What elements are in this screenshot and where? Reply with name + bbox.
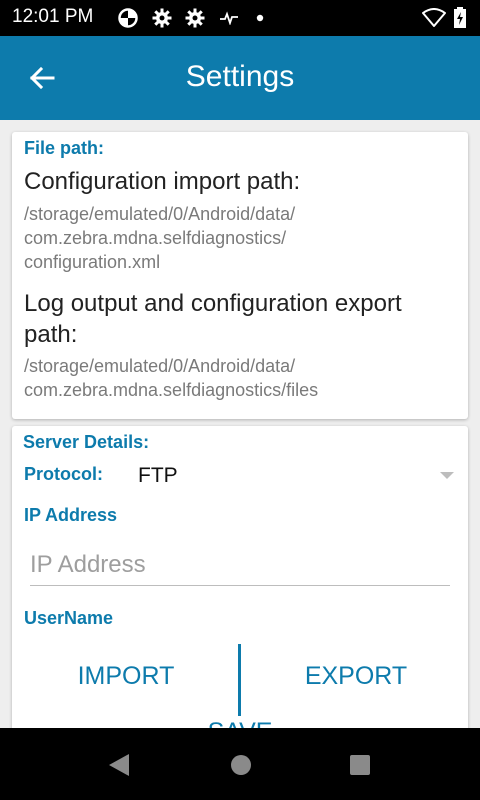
wifi-icon (422, 8, 446, 28)
app-bar: Settings (0, 36, 480, 120)
back-triangle-icon[interactable] (106, 752, 132, 778)
config-import-path-line-1: /storage/emulated/0/Android/data/ (24, 204, 296, 224)
log-export-label-line-1: Log output and configuration export (24, 290, 402, 317)
username-label: UserName (24, 608, 114, 628)
status-time: 12:01 PM (12, 6, 94, 27)
protocol-label: Protocol: (24, 464, 103, 484)
status-bar: 12:01 PM (0, 0, 480, 36)
protocol-dropdown-value: FTP (138, 464, 178, 487)
server-details-card: Server Details: Protocol: FTP IP Address… (12, 426, 468, 736)
action-buttons: IMPORT EXPORT (12, 642, 468, 722)
gear-icon (185, 8, 205, 28)
log-export-path-line-2: com.zebra.mdna.selfdiagnostics/files (24, 380, 319, 400)
file-path-section-label: File path: (24, 138, 104, 158)
page-title: Settings (185, 60, 295, 93)
battery-charging-icon (452, 7, 468, 28)
dot-icon (250, 8, 270, 28)
file-path-card: File path: Configuration import path: /s… (12, 132, 468, 419)
recents-square-icon[interactable] (347, 752, 373, 778)
log-export-label-line-2: path: (24, 321, 78, 348)
protocol-dropdown[interactable]: FTP (124, 462, 454, 492)
chevron-down-icon (440, 472, 454, 479)
data-saver-icon (118, 8, 138, 28)
home-circle-icon[interactable] (228, 752, 254, 778)
navigation-bar (0, 728, 480, 800)
config-import-path-line-2: com.zebra.mdna.selfdiagnostics/ (24, 228, 287, 248)
log-export-path-line-1: /storage/emulated/0/Android/data/ (24, 356, 296, 376)
server-details-section-label: Server Details: (23, 432, 150, 452)
ip-address-input[interactable] (30, 544, 450, 586)
gear-icon (152, 8, 172, 28)
ip-address-label: IP Address (24, 505, 118, 525)
export-button[interactable]: EXPORT (256, 662, 456, 691)
config-import-path-line-3: configuration.xml (24, 252, 161, 272)
activity-icon (219, 8, 239, 28)
config-import-label: Configuration import path: (24, 168, 301, 195)
button-divider (238, 644, 241, 716)
import-button[interactable]: IMPORT (26, 662, 226, 691)
